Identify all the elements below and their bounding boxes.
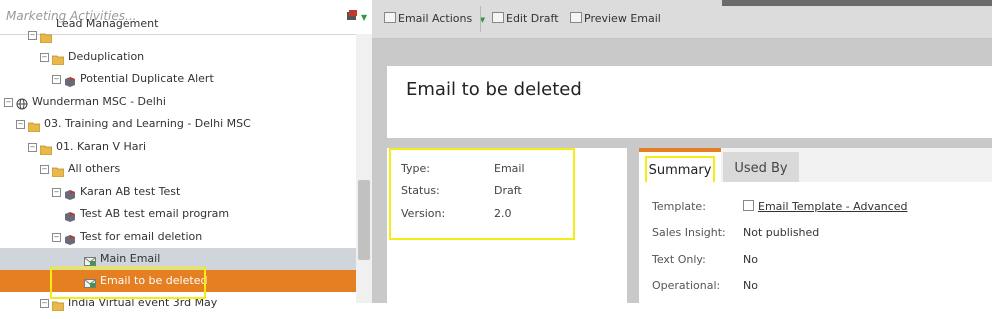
preview-icon [570, 12, 582, 23]
edit-draft-label: Edit Draft [506, 12, 559, 25]
scrollbar-thumb[interactable] [358, 180, 370, 260]
sales-insight-value: Not published [743, 226, 820, 239]
folder-icon [51, 163, 65, 178]
page-title: Email to be deleted [406, 79, 582, 100]
expand-toggle-icon[interactable]: − [4, 98, 13, 107]
program-icon [64, 208, 76, 222]
expand-toggle-icon[interactable]: − [16, 120, 25, 129]
template-link[interactable]: Email Template - Advanced [743, 200, 908, 213]
highlight-box-properties [389, 148, 575, 240]
expand-toggle-icon[interactable]: − [28, 143, 37, 152]
highlight-box-selected-item [50, 267, 206, 299]
tree-item-label: Deduplication [68, 50, 145, 63]
email-actions-label: Email Actions [398, 12, 473, 25]
tree-item[interactable]: − Test for email deletion [0, 226, 356, 248]
folder-icon [51, 51, 65, 66]
text-only-label: Text Only: [652, 253, 706, 266]
template-icon [743, 200, 754, 211]
asset-header: Email to be deleted [387, 66, 992, 138]
toolbar-divider [480, 6, 481, 32]
tree-item-label: 03. Training and Learning - Delhi MSC [44, 117, 251, 130]
tree-item-label: Lead Management [56, 17, 159, 30]
tree-item-label: Test AB test email program [80, 207, 230, 220]
tree-item[interactable]: − Potential Duplicate Alert [0, 68, 356, 90]
tree-item-label: All others [68, 162, 121, 175]
program-icon [64, 231, 76, 245]
expand-toggle-icon[interactable]: − [40, 165, 49, 174]
tree-item[interactable]: − Wunderman MSC - Delhi [0, 91, 356, 113]
tree-item-label: Potential Duplicate Alert [80, 72, 214, 85]
tree-item-label: Wunderman MSC - Delhi [32, 95, 166, 108]
expand-toggle-icon[interactable]: − [28, 31, 37, 40]
globe-icon [16, 96, 28, 110]
new-activity-icon[interactable] [346, 10, 358, 22]
folder-icon [27, 118, 41, 133]
edit-icon [492, 12, 504, 23]
program-icon [64, 186, 76, 200]
tree-scrollbar[interactable] [356, 34, 372, 303]
expand-toggle-icon[interactable]: − [40, 299, 49, 308]
template-label: Template: [652, 200, 706, 213]
text-only-value: No [743, 253, 758, 266]
edit-draft-button[interactable]: Edit Draft [492, 12, 559, 25]
tree-item[interactable]: − 03. Training and Learning - Delhi MSC [0, 113, 356, 135]
expand-toggle-icon[interactable]: − [52, 233, 61, 242]
email-icon [84, 253, 96, 266]
tree-item[interactable]: − 01. Karan V Hari [0, 136, 356, 158]
folder-icon [39, 29, 53, 44]
tree-item-label: Test for email deletion [80, 230, 203, 243]
tree-item[interactable]: − Deduplication [0, 46, 356, 68]
tree-item-label: 01. Karan V Hari [56, 140, 147, 153]
folder-icon [39, 141, 53, 156]
template-value: Email Template - Advanced [758, 200, 908, 213]
expand-toggle-icon[interactable]: − [40, 53, 49, 62]
top-band [722, 0, 992, 6]
sales-insight-label: Sales Insight: [652, 226, 726, 239]
email-icon [384, 12, 396, 23]
tree-item[interactable]: − Lead Management [0, 17, 356, 44]
preview-email-label: Preview Email [584, 12, 661, 25]
preview-email-button[interactable]: Preview Email [570, 12, 661, 25]
tree-item[interactable]: − All others [0, 158, 356, 180]
operational-value: No [743, 279, 758, 292]
program-icon [64, 73, 76, 87]
summary-panel: Template: Email Template - Advanced Sale… [639, 182, 992, 303]
operational-label: Operational: [652, 279, 721, 292]
tab-used-by[interactable]: Used By [723, 152, 799, 186]
expand-toggle-icon[interactable]: − [52, 75, 61, 84]
tree-item-label: Karan AB test Test [80, 185, 181, 198]
email-actions-button[interactable]: Email Actions ▼ [384, 12, 485, 25]
tree-item[interactable]: − Karan AB test Test [0, 181, 356, 203]
tab-used-by-label: Used By [734, 161, 788, 176]
chevron-down-icon[interactable]: ▼ [361, 13, 367, 22]
tree-item[interactable]: Test AB test email program [0, 203, 356, 225]
expand-toggle-icon[interactable]: − [52, 188, 61, 197]
